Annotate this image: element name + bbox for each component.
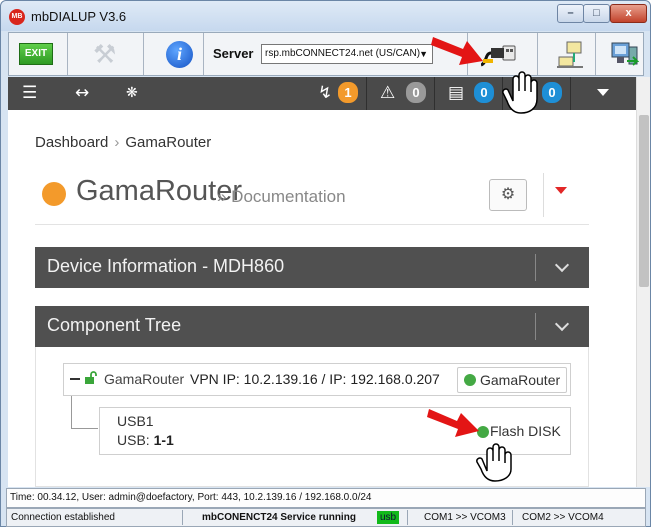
vertical-scrollbar[interactable]: [636, 77, 650, 487]
nav-divider: [366, 77, 367, 110]
nav-divider: [502, 77, 503, 110]
online-status-dot: [464, 374, 476, 386]
tools-icon[interactable]: ⚒: [93, 41, 116, 67]
com1-mapping: COM1 >> VCOM3: [424, 512, 506, 523]
nav-divider: [434, 77, 435, 110]
settings-gear-button[interactable]: ⚙: [489, 179, 527, 211]
expand-horizontal-icon[interactable]: ↔: [75, 83, 89, 103]
toolbar-divider: [143, 33, 144, 75]
top-nav-bar: ☰ ↔ ❋ ↯ 1 ⚠ 0 ▤ 0 👤 0: [8, 77, 636, 110]
maximize-button[interactable]: □: [583, 4, 610, 23]
flash-disk-link[interactable]: Flash DISK: [490, 423, 561, 439]
title-divider: [543, 173, 544, 217]
usb-port-label: USB:: [117, 432, 150, 448]
router-status-label: GamaRouter: [480, 372, 561, 388]
title-bar: MB mbDIALUP V3.6 – □ x: [1, 1, 650, 31]
usb-name: USB1: [117, 413, 154, 429]
status-divider: [182, 510, 183, 525]
device-information-title: Device Information - MDH860: [47, 256, 285, 276]
close-button[interactable]: x: [610, 4, 647, 23]
warning-icon[interactable]: ⚠: [380, 83, 395, 103]
status-line: Time: 00.34.12, User: admin@doefactory, …: [6, 488, 646, 508]
main-content: ☰ ↔ ❋ ↯ 1 ⚠ 0 ▤ 0 👤 0 Dashboard › GamaRout…: [8, 77, 636, 487]
breadcrumb-separator: ›: [114, 134, 120, 151]
devices-badge[interactable]: 0: [474, 82, 494, 103]
usb-port: USB: 1-1: [117, 432, 174, 448]
toolbar-divider: [203, 33, 204, 75]
toolbar-divider: [537, 33, 538, 75]
app-window: MB mbDIALUP V3.6 – □ x EXIT ⚒ i Server r…: [0, 0, 651, 527]
flash-disk-status-dot: [477, 426, 489, 438]
alerts-badge[interactable]: 1: [338, 82, 358, 103]
tree-connector: [71, 396, 72, 428]
red-caret-down-icon[interactable]: [555, 187, 567, 194]
router-ip-info: VPN IP: 10.2.139.16 / IP: 192.168.0.207: [190, 371, 440, 387]
breadcrumb-current: GamaRouter: [125, 134, 212, 151]
window-title: mbDIALUP V3.6: [31, 9, 127, 24]
hamburger-menu-icon[interactable]: ☰: [22, 83, 37, 103]
component-tree-panel[interactable]: Component Tree: [35, 306, 589, 347]
usb-port-value: 1-1: [153, 432, 174, 448]
device-information-panel[interactable]: Device Information - MDH860: [35, 247, 589, 288]
router-status-button[interactable]: GamaRouter: [457, 367, 567, 393]
info-icon[interactable]: i: [166, 41, 193, 68]
warnings-badge[interactable]: 0: [406, 82, 426, 103]
usb-connect-icon[interactable]: [481, 39, 517, 69]
status-bar: Connection established mbCONENCT24 Servi…: [6, 508, 646, 527]
nav-dropdown-caret-icon[interactable]: [597, 89, 609, 96]
loading-spinner-icon: ❋: [126, 85, 138, 101]
chevron-down-icon[interactable]: [554, 257, 570, 273]
component-tree-title: Component Tree: [47, 315, 182, 335]
network-icon[interactable]: [555, 39, 585, 69]
lightning-icon[interactable]: ↯: [318, 83, 332, 103]
com2-mapping: COM2 >> VCOM4: [522, 512, 604, 523]
service-status: mbCONENCT24 Service running: [202, 512, 356, 523]
page-subtitle[interactable]: » Documentation: [217, 187, 346, 207]
user-icon[interactable]: 👤: [516, 83, 537, 103]
panel-divider: [535, 313, 536, 340]
status-divider: [407, 510, 408, 525]
computer-icon[interactable]: [609, 39, 639, 69]
usb-status-tag: usb: [377, 511, 400, 524]
router-name: GamaRouter: [104, 371, 185, 387]
scrollbar-thumb[interactable]: [639, 115, 649, 287]
server-select[interactable]: rsp.mbCONNECT24.net (US/CAN) ▼: [261, 44, 433, 64]
toolbar: EXIT ⚒ i Server rsp.mbCONNECT24.net (US/…: [8, 32, 644, 76]
toolbar-divider: [467, 33, 468, 75]
nav-divider: [570, 77, 571, 110]
users-badge[interactable]: 0: [542, 82, 562, 103]
unlock-icon: [85, 371, 97, 384]
tree-connector: [71, 428, 98, 429]
panel-divider: [535, 254, 536, 281]
breadcrumb: Dashboard › GamaRouter: [35, 134, 211, 151]
breadcrumb-dashboard[interactable]: Dashboard: [35, 134, 108, 151]
app-logo-icon: MB: [9, 9, 25, 25]
toolbar-divider: [67, 33, 68, 75]
status-divider: [512, 510, 513, 525]
exit-button[interactable]: EXIT: [19, 43, 53, 65]
server-stack-icon[interactable]: ▤: [448, 83, 464, 103]
device-status-dot: [42, 182, 66, 206]
title-underline: [35, 224, 589, 225]
usb-node: USB1 USB: 1-1 Flash DISK: [99, 407, 571, 455]
chevron-down-icon[interactable]: [554, 316, 570, 332]
server-select-value: rsp.mbCONNECT24.net (US/CAN): [265, 48, 421, 59]
minimize-button[interactable]: –: [557, 4, 584, 23]
connection-status: Connection established: [11, 512, 115, 523]
collapse-minus-icon[interactable]: [70, 378, 80, 380]
toolbar-divider: [595, 33, 596, 75]
chevron-down-icon: ▼: [419, 49, 428, 59]
server-label: Server: [213, 46, 254, 61]
